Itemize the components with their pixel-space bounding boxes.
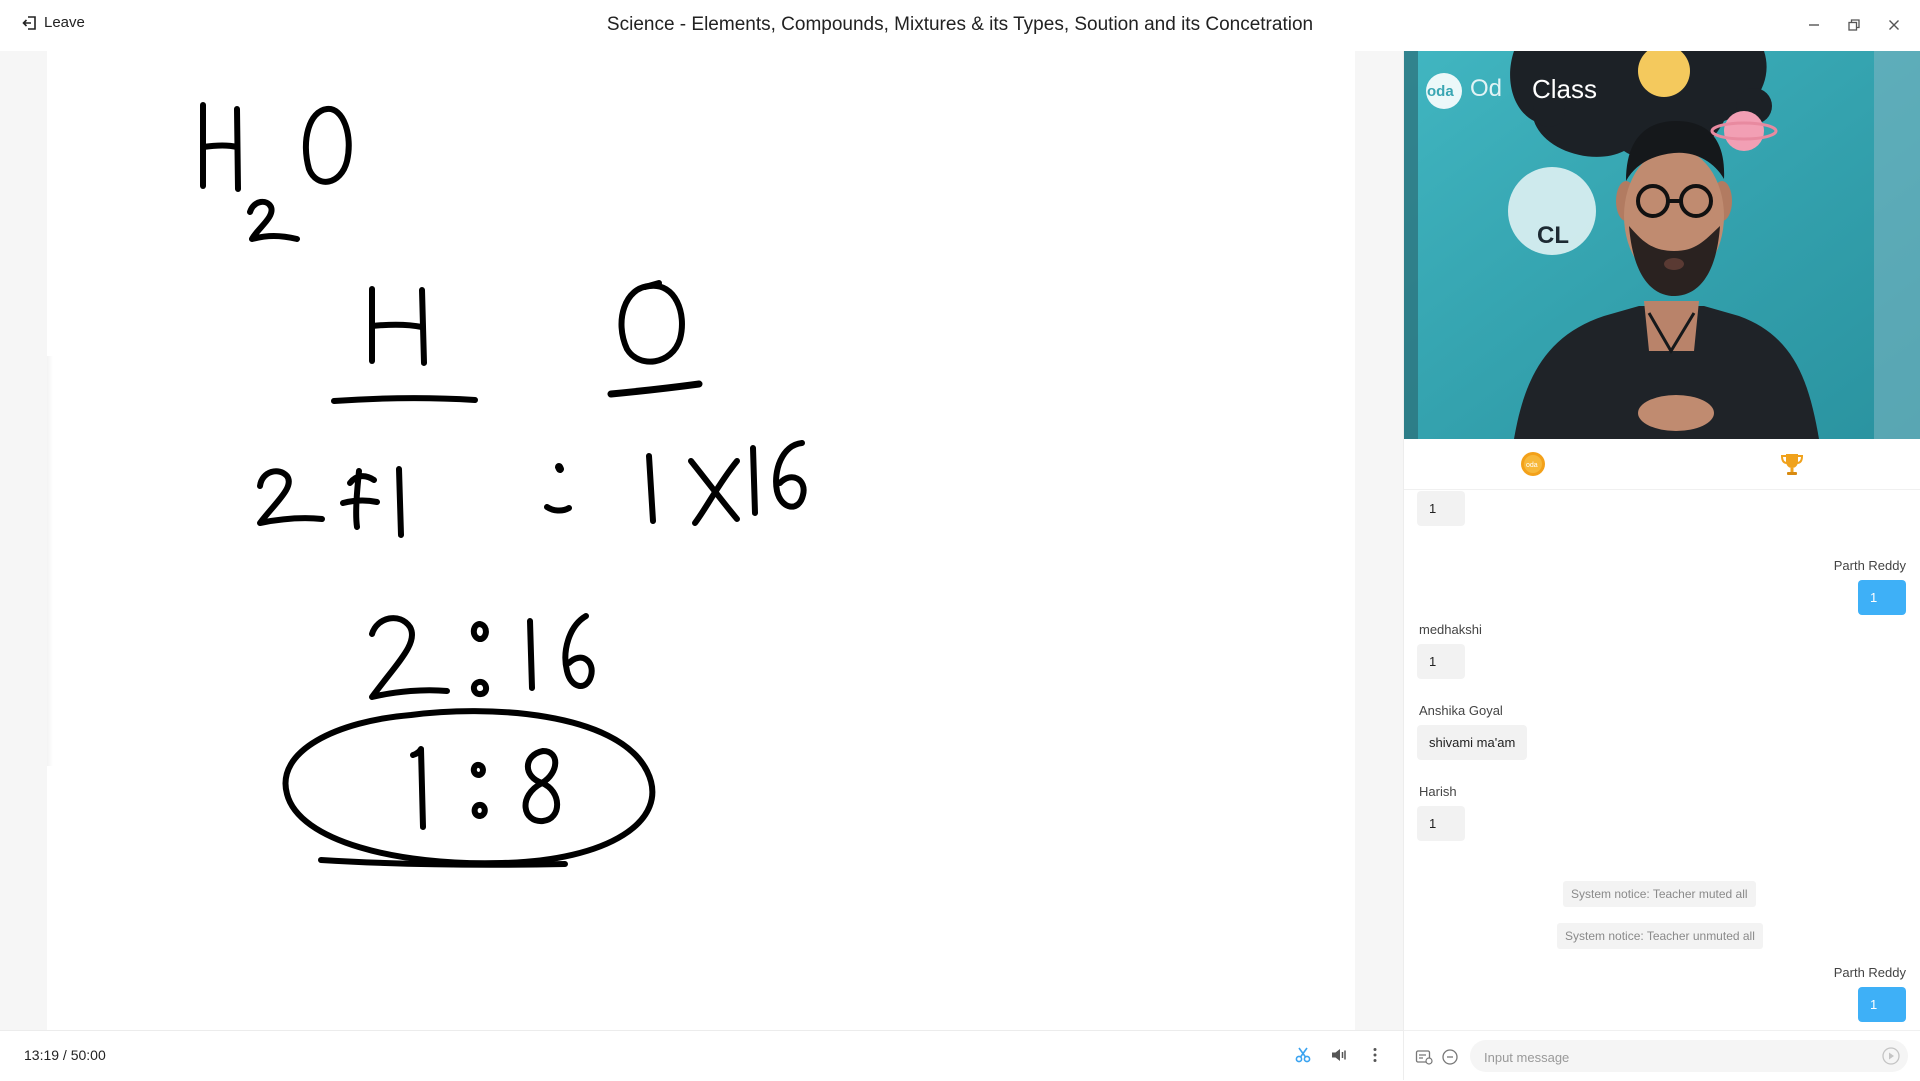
oda-coin-icon: oda [1521,452,1545,476]
player-bar: 13:19 / 50:00 [0,1030,1403,1081]
ink-h-o [331,280,703,404]
tab-leaderboard[interactable] [1779,451,1805,477]
send-icon[interactable] [1882,1047,1900,1065]
chat-input-bar [1404,1030,1920,1081]
system-notice: System notice: Teacher muted all [1563,881,1756,907]
playback-time: 13:19 / 50:00 [24,1047,106,1063]
more-vertical-icon [1373,1048,1377,1062]
backdrop-logo-text: CL [1537,222,1569,249]
volume-button[interactable] [1328,1044,1350,1066]
chat-bubble: shivami ma'am [1417,725,1528,760]
quick-reply-icon [1415,1050,1433,1065]
chat-sender: Harish [1419,784,1457,799]
chat-sender: Parth Reddy [1833,558,1906,573]
title-bar: Leave Science - Elements, Compounds, Mix… [0,0,1920,52]
volume-icon [1332,1049,1346,1061]
chat-list: 1 Parth Reddy 1 medhakshi 1 Anshika Goya… [1404,490,1920,1030]
message-input[interactable] [1482,1040,1866,1074]
current-time: 13:19 [24,1047,60,1063]
teacher-video: CL oda Od Class [1404,51,1920,439]
whiteboard [47,51,1355,1030]
video-brand-prefix: oda [1427,83,1454,100]
chat-sender: Parth Reddy [1833,965,1906,980]
handwriting-ink [200,102,807,868]
system-notice: System notice: Teacher unmuted all [1557,923,1763,949]
panel-tabs: oda [1404,439,1920,490]
page-title: Science - Elements, Compounds, Mixtures … [606,14,1314,35]
ink-h2o [200,102,352,242]
video-brand-partial: Od [1470,75,1502,102]
video-frame: CL oda Od Class [1404,51,1920,439]
minimize-button[interactable] [1803,14,1825,36]
time-separator: / [59,1047,71,1063]
chat-bubble: 1 [1417,491,1465,526]
chat-bubble-own: 1 [1858,987,1906,1022]
chat-sender: medhakshi [1419,622,1482,637]
side-panel: CL oda Od Class oda 1 Parth Reddy 1 medh… [1403,51,1920,1081]
emoji-button[interactable] [1441,1048,1459,1066]
chat-bubble: 1 [1417,644,1465,679]
scissors-icon [1295,1047,1311,1063]
tab-coins[interactable]: oda [1520,451,1546,477]
restore-button[interactable] [1843,14,1865,36]
chat-bubble-own: 1 [1858,580,1906,615]
ink-2-16 [369,613,595,700]
chat-bubble-icon [1442,1049,1458,1065]
more-options-button[interactable] [1364,1044,1386,1066]
close-button[interactable] [1883,14,1905,36]
svg-text:oda: oda [1526,462,1538,469]
board-edge-shadow [47,356,53,766]
ink-1-8-circled [282,708,656,868]
duration: 50:00 [70,1047,106,1063]
quick-reply-button[interactable] [1415,1048,1433,1066]
close-icon [1889,20,1899,30]
chat-sender: Anshika Goyal [1419,703,1503,718]
ink-ratio-line [257,440,807,538]
trophy-icon [1780,454,1804,475]
message-input-wrapper [1470,1040,1908,1074]
chat-bubble: 1 [1417,806,1465,841]
restore-icon [1848,19,1860,31]
minimize-icon [1809,24,1819,26]
whiteboard-area [0,51,1403,1030]
video-brand-text: Class [1532,74,1597,104]
clip-button[interactable] [1292,1044,1314,1066]
